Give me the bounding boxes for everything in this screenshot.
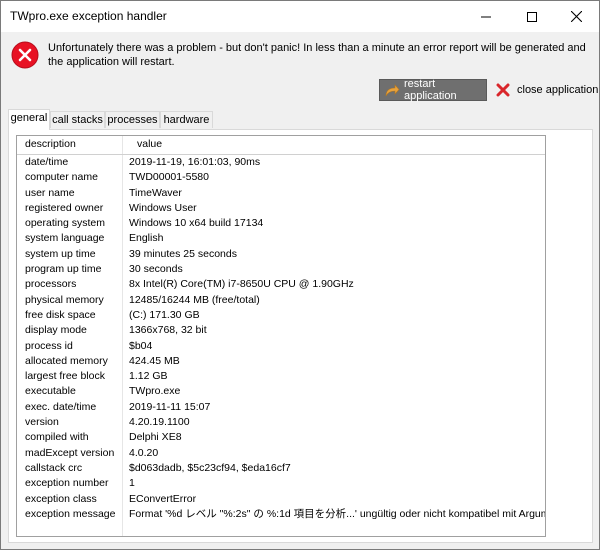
- tab-processes[interactable]: processes: [105, 111, 160, 128]
- table-row[interactable]: system up time 39 minutes 25 seconds: [17, 247, 545, 262]
- close-label: close application: [517, 84, 599, 96]
- row-value: 1: [129, 477, 135, 490]
- table-row[interactable]: date/time 2019-11-19, 16:01:03, 90ms: [17, 155, 545, 170]
- row-value: 4.0.20: [129, 446, 159, 459]
- row-value: 1366x768, 32 bit: [129, 324, 207, 337]
- tab-call-stacks[interactable]: call stacks: [50, 111, 105, 128]
- window-title: TWpro.exe exception handler: [10, 9, 167, 23]
- row-description: program up time: [25, 263, 102, 276]
- table-row[interactable]: callstack crc $d063dadb, $5c23cf94, $eda1…: [17, 461, 545, 476]
- table-row[interactable]: registered owner Windows User: [17, 201, 545, 216]
- table-row[interactable]: exception class EConvertError: [17, 492, 545, 507]
- table-row[interactable]: exec. date/time 2019-11-11 15:07: [17, 400, 545, 415]
- title-bar[interactable]: TWpro.exe exception handler: [1, 1, 599, 32]
- row-description: largest free block: [25, 370, 105, 383]
- restart-arrow-icon: [383, 80, 400, 100]
- row-value: $d063dadb, $5c23cf94, $eda16cf7: [129, 461, 291, 474]
- row-value: EConvertError: [129, 492, 197, 505]
- row-value: 1.12 GB: [129, 370, 168, 383]
- table-row[interactable]: user name TimeWaver: [17, 186, 545, 201]
- maximize-button[interactable]: [509, 1, 554, 32]
- row-description: date/time: [25, 156, 69, 168]
- close-icon: [571, 11, 582, 22]
- row-value: $b04: [129, 339, 153, 352]
- row-value: 12485/16244 MB (free/total): [129, 293, 260, 306]
- row-description: system language: [25, 232, 105, 245]
- restart-label: restart application: [404, 78, 457, 102]
- row-description: compiled with: [25, 431, 89, 444]
- info-grid[interactable]: description value date/time 2019-11-19, 1…: [16, 135, 546, 537]
- row-value: 4.20.19.1100: [129, 416, 190, 429]
- header-description: description: [25, 138, 76, 150]
- row-value: TWpro.exe: [129, 385, 181, 398]
- table-row[interactable]: largest free block 1.12 GB: [17, 369, 545, 384]
- table-row[interactable]: operating system Windows 10 x64 build 171…: [17, 216, 545, 231]
- general-panel: description value date/time 2019-11-19, 1…: [8, 129, 593, 543]
- table-row[interactable]: executable TWpro.exe: [17, 384, 545, 399]
- row-description: madExcept version: [25, 446, 115, 459]
- close-application-button[interactable]: close application: [495, 80, 598, 100]
- row-description: registered owner: [25, 201, 104, 214]
- row-description: processors: [25, 278, 77, 291]
- grid-header: description value: [17, 136, 545, 155]
- row-description: exception class: [25, 492, 97, 505]
- table-row[interactable]: processors 8x Intel(R) Core(TM) i7-8650U …: [17, 277, 545, 292]
- table-row[interactable]: compiled with Delphi XE8: [17, 430, 545, 445]
- row-description: free disk space: [25, 308, 96, 321]
- row-description: operating system: [25, 217, 105, 230]
- table-row[interactable]: madExcept version 4.0.20: [17, 446, 545, 461]
- row-description: allocated memory: [25, 354, 108, 367]
- row-value: Format '%d レベル "%:2s" の %:1d 項目を分析...' u…: [129, 507, 546, 520]
- table-row[interactable]: program up time 30 seconds: [17, 262, 545, 277]
- table-row[interactable]: system language English: [17, 231, 545, 246]
- table-row[interactable]: allocated memory 424.45 MB: [17, 354, 545, 369]
- table-row[interactable]: physical memory 12485/16244 MB (free/tota…: [17, 293, 545, 308]
- row-description: user name: [25, 186, 75, 199]
- row-description: exec. date/time: [25, 400, 97, 413]
- grid-rows: date/time 2019-11-19, 16:01:03, 90ms compu…: [17, 155, 545, 522]
- row-value: Windows 10 x64 build 17134: [129, 217, 264, 230]
- row-value: English: [129, 232, 164, 245]
- exception-handler-window: TWpro.exe exception handler Unfortunatel…: [0, 0, 600, 550]
- row-value: 30 seconds: [129, 263, 183, 276]
- row-description: system up time: [25, 247, 96, 260]
- row-description: callstack crc: [25, 461, 83, 474]
- header-value: value: [137, 138, 163, 150]
- table-row[interactable]: exception message Format '%d レベル "%:2s" の…: [17, 507, 545, 522]
- row-value: 424.45 MB: [129, 354, 180, 367]
- row-value: TimeWaver: [129, 186, 182, 199]
- table-row[interactable]: display mode 1366x768, 32 bit: [17, 323, 545, 338]
- row-value: 39 minutes 25 seconds: [129, 247, 237, 260]
- row-value: 2019-11-19, 16:01:03, 90ms: [129, 156, 261, 168]
- row-value: TWD00001-5580: [129, 171, 209, 184]
- maximize-icon: [526, 11, 537, 22]
- table-row[interactable]: computer name TWD00001-5580: [17, 170, 545, 185]
- minimize-icon: [480, 16, 491, 17]
- row-description: physical memory: [25, 293, 104, 306]
- row-value: 2019-11-11 15:07: [129, 400, 211, 413]
- table-row[interactable]: free disk space (C:) 171.30 GB: [17, 308, 545, 323]
- tab-hardware[interactable]: hardware: [160, 111, 213, 128]
- red-x-icon: [496, 83, 510, 97]
- close-window-button[interactable]: [554, 1, 599, 32]
- row-description: computer name: [25, 171, 98, 184]
- row-value: (C:) 171.30 GB: [129, 308, 200, 321]
- row-value: Delphi XE8: [129, 431, 182, 444]
- error-message: Unfortunately there was a problem - but …: [48, 42, 586, 68]
- minimize-button[interactable]: [463, 1, 508, 32]
- row-description: exception number: [25, 477, 109, 490]
- row-description: display mode: [25, 324, 87, 337]
- table-row[interactable]: process id $b04: [17, 339, 545, 354]
- row-value: Windows User: [129, 201, 197, 214]
- tab-general[interactable]: general: [8, 109, 50, 130]
- row-description: process id: [25, 339, 73, 352]
- row-description: exception message: [25, 507, 116, 520]
- row-description: executable: [25, 385, 76, 398]
- row-description: version: [25, 416, 59, 429]
- row-value: 8x Intel(R) Core(TM) i7-8650U CPU @ 1.90…: [129, 278, 354, 291]
- table-row[interactable]: version 4.20.19.1100: [17, 415, 545, 430]
- table-row[interactable]: exception number 1: [17, 476, 545, 491]
- error-icon: [11, 41, 39, 69]
- restart-application-button[interactable]: restart application: [379, 78, 487, 102]
